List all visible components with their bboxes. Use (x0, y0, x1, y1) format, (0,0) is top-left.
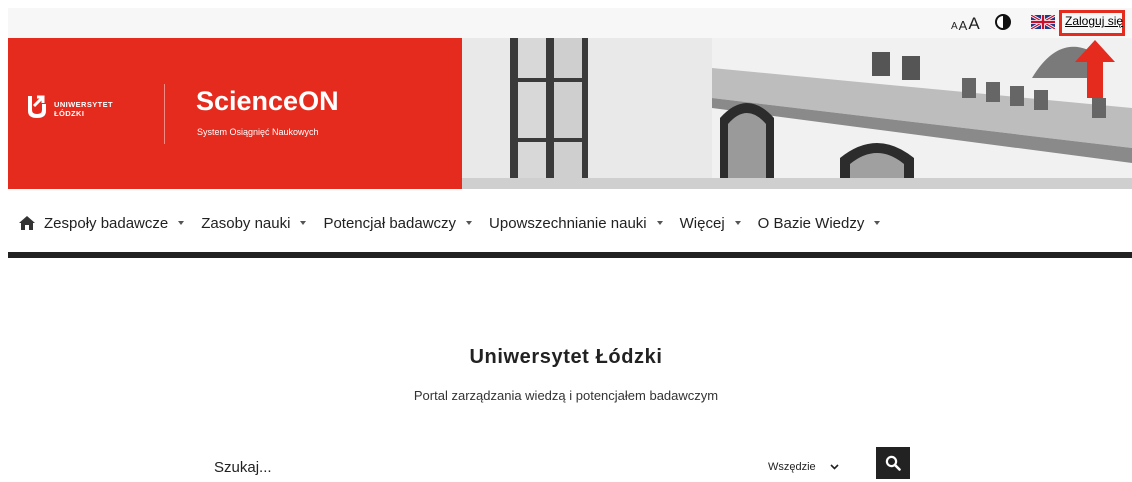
nav-item-label: Zespoły badawcze (44, 214, 169, 232)
uk-flag-icon[interactable] (1031, 15, 1055, 29)
caret-down-icon (300, 221, 307, 225)
contrast-icon[interactable] (995, 14, 1011, 30)
header-banner: UNIWERSYTET ŁÓDZKI ScienceON System Osią… (8, 38, 1132, 189)
nav-item-label: Potencjał badawczy (323, 214, 457, 232)
nav-item-label: Upowszechnianie nauki (489, 214, 647, 232)
building-photo (462, 38, 1132, 189)
caret-down-icon (874, 221, 881, 225)
university-name-line2: ŁÓDZKI (54, 109, 85, 118)
nav-divider (8, 252, 1132, 258)
search-scope-select[interactable]: Wszędzie (768, 456, 839, 478)
caret-down-icon (734, 221, 741, 225)
search-input[interactable] (210, 454, 718, 480)
font-size-large-button[interactable]: A (968, 15, 979, 32)
nav-item-zasoby-nauki[interactable]: Zasoby nauki (201, 214, 307, 232)
login-link[interactable]: Zaloguj się (1065, 14, 1123, 28)
brand-subtitle: System Osiągnięć Naukowych (197, 127, 319, 137)
university-name: UNIWERSYTET ŁÓDZKI (54, 100, 113, 118)
search-button[interactable] (876, 447, 910, 479)
chevron-down-icon (830, 464, 839, 470)
logo-divider (164, 84, 165, 144)
main-navigation: Zespoły badawcze Zasoby nauki Potencjał … (8, 205, 1132, 241)
university-logo-icon (28, 95, 46, 118)
font-size-controls: A A A (951, 14, 980, 32)
university-name-line1: UNIWERSYTET (54, 100, 113, 109)
nav-item-zespoly-badawcze[interactable]: Zespoły badawcze (44, 214, 185, 232)
page-title: Uniwersytet Łódzki (469, 346, 663, 368)
caret-down-icon (466, 221, 473, 225)
font-size-medium-button[interactable]: A (959, 19, 968, 32)
arrow-up-icon (1075, 40, 1115, 98)
caret-down-icon (656, 221, 663, 225)
nav-item-potencjal-badawczy[interactable]: Potencjał badawczy (323, 214, 473, 232)
home-icon[interactable] (19, 216, 35, 230)
nav-item-label: O Bazie Wiedzy (757, 214, 865, 232)
brand-title[interactable]: ScienceON (196, 86, 339, 117)
search-icon (885, 455, 901, 471)
font-size-small-button[interactable]: A (951, 22, 958, 32)
search-scope-value: Wszędzie (768, 461, 816, 473)
nav-item-wiecej[interactable]: Więcej (680, 215, 741, 232)
page-subtitle: Portal zarządzania wiedzą i potencjałem … (413, 388, 719, 403)
caret-down-icon (178, 221, 185, 225)
nav-item-label: Zasoby nauki (201, 214, 291, 232)
nav-item-label: Więcej (679, 214, 725, 232)
nav-item-upowszechnianie-nauki[interactable]: Upowszechnianie nauki (489, 215, 663, 232)
nav-item-o-bazie-wiedzy[interactable]: O Bazie Wiedzy (758, 215, 881, 232)
